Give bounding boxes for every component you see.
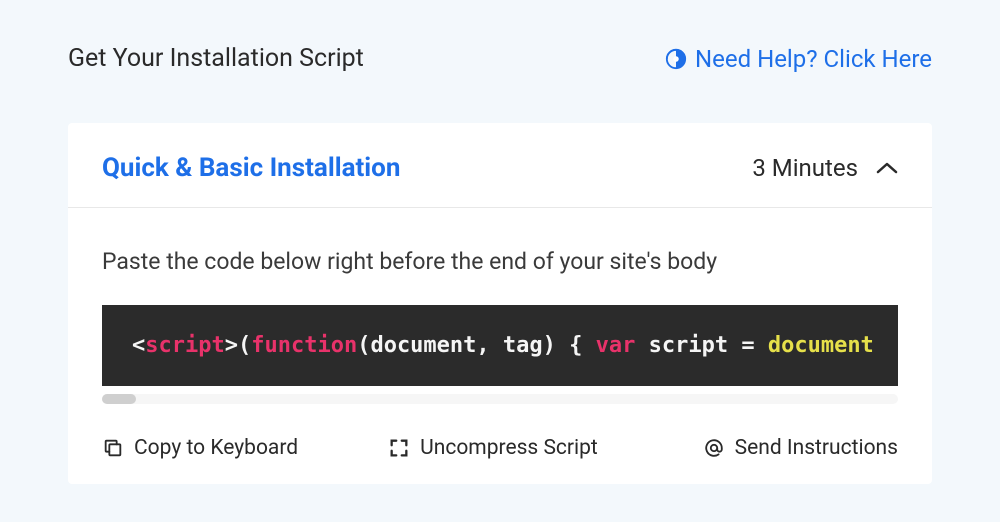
copy-button[interactable]: Copy to Keyboard	[102, 436, 298, 460]
code-scrollbar-thumb[interactable]	[102, 394, 136, 404]
card-duration-wrap: 3 Minutes	[752, 154, 898, 182]
code-scrollbar[interactable]	[102, 394, 898, 404]
card-header[interactable]: Quick & Basic Installation 3 Minutes	[68, 123, 932, 208]
card-duration: 3 Minutes	[752, 154, 858, 182]
page-container: Get Your Installation Script Need Help? …	[0, 0, 1000, 484]
uncompress-button[interactable]: Uncompress Script	[388, 436, 598, 460]
help-icon	[665, 48, 687, 70]
installation-card: Quick & Basic Installation 3 Minutes Pas…	[68, 123, 932, 484]
header-row: Get Your Installation Script Need Help? …	[68, 44, 932, 73]
code-seg: (	[238, 333, 251, 358]
uncompress-label: Uncompress Script	[420, 436, 598, 460]
code-seg: script	[635, 333, 741, 358]
card-title: Quick & Basic Installation	[102, 153, 400, 183]
code-seg: >	[225, 333, 238, 358]
at-icon	[703, 437, 725, 459]
help-link-label: Need Help? Click Here	[695, 45, 932, 73]
chevron-up-icon[interactable]	[876, 161, 898, 175]
expand-icon	[388, 437, 410, 459]
send-instructions-button[interactable]: Send Instructions	[703, 436, 898, 460]
instruction-text: Paste the code below right before the en…	[102, 248, 898, 275]
page-title: Get Your Installation Script	[68, 44, 364, 73]
code-seg: document	[768, 333, 874, 358]
card-body: Paste the code below right before the en…	[68, 208, 932, 484]
actions-row: Copy to Keyboard Uncompress Script	[102, 432, 898, 460]
copy-icon	[102, 437, 124, 459]
copy-label: Copy to Keyboard	[134, 436, 298, 460]
code-block[interactable]: <script>(function(document, tag) { var s…	[102, 305, 898, 386]
send-label: Send Instructions	[735, 436, 898, 460]
code-seg: <	[132, 333, 145, 358]
code-seg: function	[251, 333, 357, 358]
help-link[interactable]: Need Help? Click Here	[665, 45, 932, 73]
code-seg: =	[741, 333, 768, 358]
code-seg: script	[145, 333, 224, 358]
code-seg: var	[596, 333, 636, 358]
code-seg: (document, tag) {	[357, 333, 595, 358]
